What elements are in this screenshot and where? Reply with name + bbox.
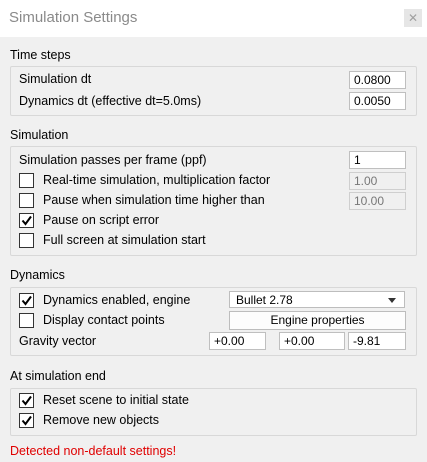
- passes-label: Simulation passes per frame (ppf): [19, 153, 207, 167]
- time-steps-title: Time steps: [10, 48, 71, 62]
- gravity-z-field[interactable]: -9.81: [348, 332, 406, 350]
- passes-field[interactable]: 1: [349, 151, 406, 169]
- engine-properties-button[interactable]: Engine properties: [229, 311, 406, 330]
- title-bar: Simulation Settings ✕: [0, 0, 427, 37]
- at-end-title: At simulation end: [10, 369, 106, 383]
- fullscreen-checkbox[interactable]: [19, 233, 34, 248]
- contact-points-label: Display contact points: [43, 313, 165, 327]
- checkmark-icon: [21, 215, 32, 226]
- pause-time-label: Pause when simulation time higher than: [43, 193, 265, 207]
- non-default-warning: Detected non-default settings!: [10, 444, 177, 458]
- dyn-dt-label: Dynamics dt (effective dt=5.0ms): [19, 94, 202, 108]
- gravity-y-field[interactable]: +0.00: [279, 332, 345, 350]
- gravity-x-field[interactable]: +0.00: [209, 332, 266, 350]
- realtime-checkbox[interactable]: [19, 173, 34, 188]
- engine-select-value: Bullet 2.78: [236, 293, 293, 307]
- pause-time-checkbox[interactable]: [19, 193, 34, 208]
- reset-scene-checkbox[interactable]: [19, 393, 34, 408]
- pause-time-field[interactable]: 10.00: [349, 192, 406, 210]
- sim-dt-field[interactable]: 0.0800: [349, 71, 406, 89]
- remove-objects-label: Remove new objects: [43, 413, 160, 427]
- simulation-title: Simulation: [10, 128, 69, 142]
- pause-error-checkbox[interactable]: [19, 213, 34, 228]
- dynamics-enabled-checkbox[interactable]: [19, 293, 34, 308]
- contact-points-checkbox[interactable]: [19, 313, 34, 328]
- checkmark-icon: [21, 415, 32, 426]
- gravity-label: Gravity vector: [19, 334, 97, 348]
- engine-select[interactable]: Bullet 2.78: [229, 291, 405, 308]
- window-title: Simulation Settings: [9, 9, 138, 26]
- fullscreen-label: Full screen at simulation start: [43, 233, 206, 247]
- reset-scene-label: Reset scene to initial state: [43, 393, 189, 407]
- realtime-factor-field[interactable]: 1.00: [349, 172, 406, 190]
- checkmark-icon: [21, 395, 32, 406]
- remove-objects-checkbox[interactable]: [19, 413, 34, 428]
- checkmark-icon: [21, 295, 32, 306]
- dyn-dt-field[interactable]: 0.0050: [349, 92, 406, 110]
- chevron-down-icon: [388, 298, 396, 303]
- close-icon[interactable]: ✕: [404, 9, 422, 27]
- pause-error-label: Pause on script error: [43, 213, 160, 227]
- dynamics-title: Dynamics: [10, 268, 65, 282]
- sim-dt-label: Simulation dt: [19, 72, 92, 86]
- realtime-label: Real-time simulation, multiplication fac…: [43, 173, 271, 187]
- dynamics-enabled-label: Dynamics enabled, engine: [43, 293, 191, 307]
